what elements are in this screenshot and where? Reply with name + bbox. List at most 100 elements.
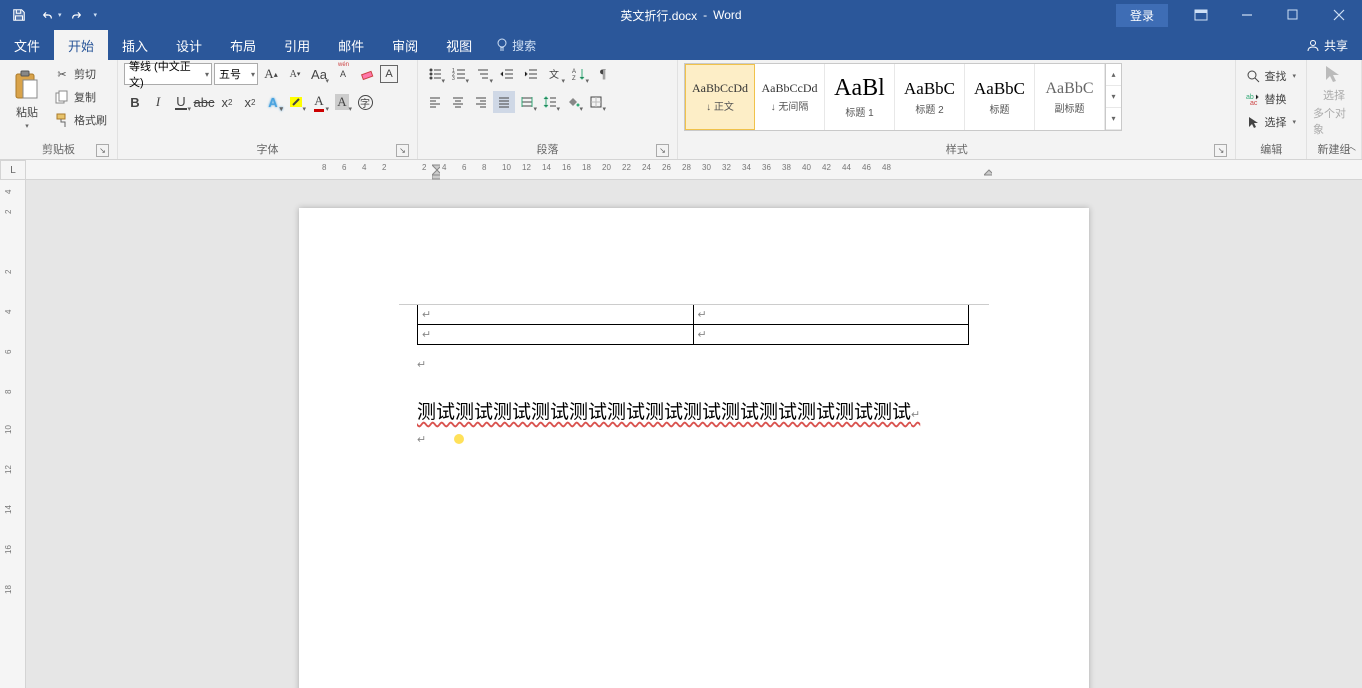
cut-button[interactable]: ✂ 剪切 [50, 63, 111, 85]
table-cell[interactable]: ↵ [693, 305, 969, 325]
save-button[interactable] [6, 2, 32, 28]
vertical-ruler[interactable]: L 4224681012141618 [0, 160, 26, 688]
tab-insert[interactable]: 插入 [108, 30, 162, 60]
tell-me-search[interactable]: 搜索 [486, 30, 546, 60]
styles-launcher[interactable]: ↘ [1214, 144, 1227, 157]
align-justify-button[interactable] [493, 91, 515, 113]
collapse-ribbon-button[interactable]: ︿ [1346, 138, 1356, 153]
bullets-button[interactable] [424, 63, 446, 85]
table-cell[interactable]: ↵ [693, 325, 969, 345]
font-size-combo[interactable]: 五号▾ [214, 63, 258, 85]
show-marks-button[interactable]: ¶ [592, 63, 614, 85]
tab-layout[interactable]: 布局 [216, 30, 270, 60]
tab-references[interactable]: 引用 [270, 30, 324, 60]
font-color-button[interactable]: A [308, 91, 330, 113]
tab-file[interactable]: 文件 [0, 30, 54, 60]
change-case-button[interactable]: Aa [308, 63, 330, 85]
clipboard-launcher[interactable]: ↘ [96, 144, 109, 157]
character-shading-button[interactable]: A [331, 91, 353, 113]
styles-gallery[interactable]: AaBbCcDd↓ 正文AaBbCcDd↓ 无间隔AaBl标题 1AaBbC标题… [684, 63, 1122, 131]
strikethrough-button[interactable]: abc [193, 91, 215, 113]
table-row[interactable]: ↵↵ [418, 325, 969, 345]
replace-icon: abac [1246, 92, 1260, 106]
ruler-tick: 8 [4, 390, 13, 394]
ribbon-tabs: 文件 开始 插入 设计 布局 引用 邮件 审阅 视图 搜索 共享 [0, 30, 1362, 60]
shading-button[interactable] [562, 91, 584, 113]
login-button[interactable]: 登录 [1116, 4, 1168, 27]
style-item[interactable]: AaBbCcDd↓ 无间隔 [755, 64, 825, 130]
distribute-button[interactable] [516, 91, 538, 113]
redo-button[interactable] [64, 2, 90, 28]
document-area[interactable]: ↵↵ ↵↵ ↵ 测试测试测试测试测试测试测试测试测试测试测试测试测试↵ ↵ [26, 180, 1362, 688]
minimize-button[interactable] [1224, 0, 1270, 30]
borders-button[interactable] [585, 91, 607, 113]
style-item[interactable]: AaBbCcDd↓ 正文 [685, 64, 755, 130]
tab-home[interactable]: 开始 [54, 30, 108, 60]
clear-formatting-button[interactable] [356, 63, 378, 85]
ribbon-display-button[interactable] [1178, 0, 1224, 30]
highlight-button[interactable] [285, 91, 307, 113]
font-name-combo[interactable]: 等线 (中文正文)▾ [124, 63, 212, 85]
italic-button[interactable]: I [147, 91, 169, 113]
shrink-font-button[interactable]: A▾ [284, 63, 306, 85]
ruler-tick: 26 [662, 163, 671, 172]
multilevel-list-button[interactable] [472, 63, 494, 85]
bold-button[interactable]: B [124, 91, 146, 113]
select-multiple-objects-button[interactable]: 选择 多个对象 [1313, 63, 1355, 137]
sort-button[interactable]: AZ [568, 63, 590, 85]
decrease-indent-button[interactable] [496, 63, 518, 85]
svg-text:A: A [572, 69, 576, 75]
content-table[interactable]: ↵↵ ↵↵ [417, 304, 969, 345]
horizontal-ruler[interactable]: 8642246810121416182022242628303234363840… [26, 160, 1362, 180]
tab-mailings[interactable]: 邮件 [324, 30, 378, 60]
style-item[interactable]: AaBbC标题 2 [895, 64, 965, 130]
increase-indent-button[interactable] [520, 63, 542, 85]
style-item[interactable]: AaBl标题 1 [825, 64, 895, 130]
align-center-button[interactable] [447, 91, 469, 113]
phonetic-guide-button[interactable]: Awén [332, 63, 354, 85]
paste-icon [13, 70, 41, 102]
superscript-button[interactable]: x2 [239, 91, 261, 113]
tab-review[interactable]: 审阅 [378, 30, 432, 60]
share-button[interactable]: 共享 [1292, 30, 1362, 60]
paste-button[interactable]: 粘贴 ▾ [6, 63, 48, 137]
indent-marker-right-icon[interactable] [984, 160, 992, 180]
paragraph-mark: ↵ [417, 434, 426, 446]
table-row[interactable]: ↵↵ [418, 305, 969, 325]
find-button[interactable]: 查找▾ [1242, 65, 1300, 87]
styles-gallery-more[interactable]: ▴▾▾ [1105, 64, 1121, 130]
body-paragraph[interactable]: 测试测试测试测试测试测试测试测试测试测试测试测试测试↵ [417, 397, 971, 424]
paragraph-launcher[interactable]: ↘ [656, 144, 669, 157]
maximize-button[interactable] [1270, 0, 1316, 30]
replace-button[interactable]: abac 替换 [1242, 88, 1300, 110]
table-cell[interactable]: ↵ [418, 305, 694, 325]
tab-view[interactable]: 视图 [432, 30, 486, 60]
indent-marker-left-icon[interactable] [432, 160, 440, 180]
qat-customize-icon[interactable]: ▾ [94, 11, 98, 19]
font-launcher[interactable]: ↘ [396, 144, 409, 157]
undo-dropdown-icon[interactable]: ▾ [58, 11, 62, 19]
tab-design[interactable]: 设计 [162, 30, 216, 60]
group-editing: 查找▾ abac 替换 选择▾ 编辑 [1236, 60, 1307, 159]
grow-font-button[interactable]: A▴ [260, 63, 282, 85]
ruler-corner[interactable]: L [0, 160, 26, 180]
style-item[interactable]: AaBbC副标题 [1035, 64, 1105, 130]
style-item[interactable]: AaBbC标题 [965, 64, 1035, 130]
subscript-button[interactable]: x2 [216, 91, 238, 113]
line-spacing-button[interactable] [539, 91, 561, 113]
align-left-button[interactable] [424, 91, 446, 113]
text-effects-button[interactable]: A [262, 91, 284, 113]
numbering-button[interactable]: 123 [448, 63, 470, 85]
format-painter-button[interactable]: 格式刷 [50, 109, 111, 131]
underline-button[interactable]: U [170, 91, 192, 113]
character-border-button[interactable]: A [380, 65, 398, 83]
copy-button[interactable]: 复制 [50, 86, 111, 108]
align-right-button[interactable] [470, 91, 492, 113]
undo-button[interactable] [34, 2, 60, 28]
table-cell[interactable]: ↵ [418, 325, 694, 345]
asian-layout-button[interactable]: 文 [544, 63, 566, 85]
close-button[interactable] [1316, 0, 1362, 30]
redo-icon [70, 8, 84, 22]
select-button[interactable]: 选择▾ [1242, 111, 1300, 133]
enclose-characters-button[interactable]: 字 [354, 91, 376, 113]
